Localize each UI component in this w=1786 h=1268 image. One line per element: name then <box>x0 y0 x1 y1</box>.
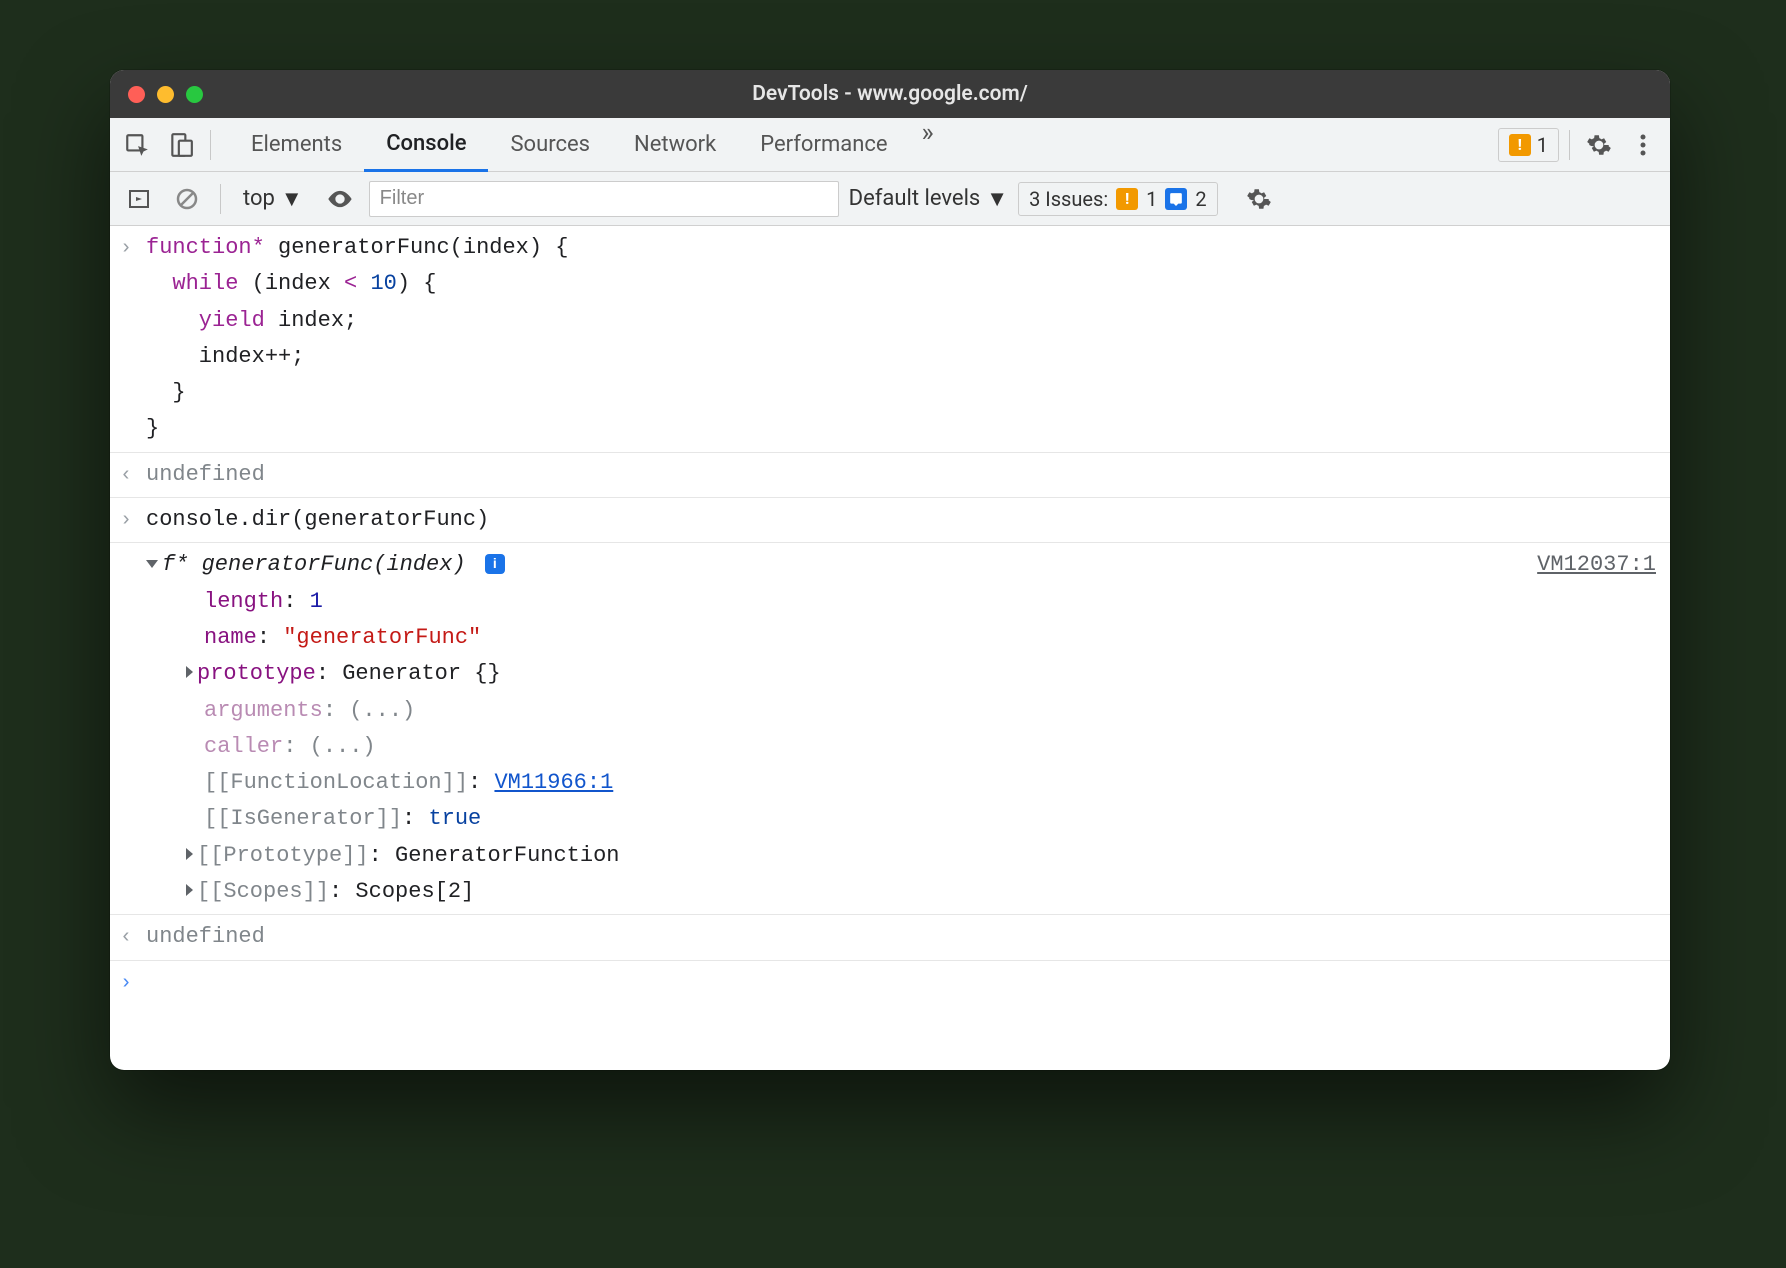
window-controls <box>128 86 203 103</box>
tab-sources-label: Sources <box>510 132 590 157</box>
context-selector[interactable]: top ▼ <box>235 186 311 212</box>
property-row[interactable]: name: "generatorFunc" <box>146 620 1656 656</box>
settings-icon[interactable] <box>1580 126 1618 164</box>
object-tree: VM12037:1 f* generatorFunc(index) i leng… <box>146 547 1656 910</box>
warnings-badge[interactable]: ! 1 <box>1498 128 1559 162</box>
tab-network-label: Network <box>634 132 716 157</box>
warning-count: 1 <box>1537 133 1548 157</box>
tab-sources[interactable]: Sources <box>488 118 612 172</box>
window-title: DevTools - www.google.com/ <box>110 82 1670 106</box>
live-expression-icon[interactable] <box>321 180 359 218</box>
console-prompt[interactable]: › <box>110 960 1670 1004</box>
panel-tabs: Elements Console Sources Network Perform… <box>229 118 946 172</box>
minimize-window-button[interactable] <box>157 86 174 103</box>
tab-console[interactable]: Console <box>364 118 488 172</box>
console-return-row: ‹ undefined <box>110 914 1670 959</box>
chevron-down-icon: ▼ <box>281 186 303 212</box>
inspect-element-icon[interactable] <box>118 126 156 164</box>
input-chevron-icon: › <box>120 502 146 538</box>
console-input-row[interactable]: › console.dir(generatorFunc) <box>110 497 1670 542</box>
property-row[interactable]: [[Prototype]]: GeneratorFunction <box>146 838 1656 874</box>
titlebar: DevTools - www.google.com/ <box>110 70 1670 118</box>
input-chevron-icon: › <box>120 230 146 448</box>
device-toolbar-icon[interactable] <box>162 126 200 164</box>
tab-elements[interactable]: Elements <box>229 118 364 172</box>
issues-info-count: 2 <box>1195 187 1206 211</box>
property-row[interactable]: caller: (...) <box>146 729 1656 765</box>
gutter <box>120 547 146 910</box>
triangle-down-icon <box>146 560 158 568</box>
devtools-window: DevTools - www.google.com/ Elements Cons… <box>110 70 1670 1070</box>
issues-label: 3 Issues: <box>1029 187 1108 211</box>
property-row[interactable]: [[FunctionLocation]]: VM11966:1 <box>146 765 1656 801</box>
warning-icon: ! <box>1116 188 1138 210</box>
issues-button[interactable]: 3 Issues: ! 1 2 <box>1018 182 1218 216</box>
separator <box>210 130 211 160</box>
return-value: undefined <box>146 457 1656 493</box>
separator <box>1569 130 1570 160</box>
console-dir-output[interactable]: VM12037:1 f* generatorFunc(index) i leng… <box>110 542 1670 914</box>
input-chevron-icon: › <box>120 965 146 1000</box>
info-icon[interactable]: i <box>485 554 505 574</box>
return-value: undefined <box>146 919 1656 955</box>
property-row[interactable]: length: 1 <box>146 584 1656 620</box>
property-row[interactable]: prototype: Generator {} <box>146 656 1656 692</box>
tab-performance-label: Performance <box>760 132 887 157</box>
zoom-window-button[interactable] <box>186 86 203 103</box>
triangle-right-icon <box>186 848 193 860</box>
console-output: › function* generatorFunc(index) { while… <box>110 226 1670 1004</box>
chevron-down-icon: ▼ <box>986 186 1008 212</box>
clear-console-icon[interactable] <box>168 180 206 218</box>
log-level-selector[interactable]: Default levels ▼ <box>849 186 1008 212</box>
issues-warn-count: 1 <box>1146 187 1157 211</box>
main-toolbar: Elements Console Sources Network Perform… <box>110 118 1670 172</box>
code-block: function* generatorFunc(index) { while (… <box>146 230 1656 448</box>
triangle-right-icon <box>186 666 193 678</box>
tab-elements-label: Elements <box>251 132 342 157</box>
more-tabs-button[interactable]: » <box>910 118 946 172</box>
vm-link[interactable]: VM11966:1 <box>494 770 613 795</box>
console-input-row[interactable]: › function* generatorFunc(index) { while… <box>110 226 1670 452</box>
tab-console-label: Console <box>386 131 466 156</box>
code-line: console.dir(generatorFunc) <box>146 502 1656 538</box>
tab-performance[interactable]: Performance <box>738 118 909 172</box>
log-level-label: Default levels <box>849 186 981 211</box>
toggle-sidebar-icon[interactable] <box>120 180 158 218</box>
property-row[interactable]: [[IsGenerator]]: true <box>146 801 1656 837</box>
warning-icon: ! <box>1509 134 1531 156</box>
triangle-right-icon <box>186 884 193 896</box>
kebab-menu-icon[interactable] <box>1624 126 1662 164</box>
property-row[interactable]: arguments: (...) <box>146 693 1656 729</box>
info-icon <box>1165 188 1187 210</box>
property-row[interactable]: [[Scopes]]: Scopes[2] <box>146 874 1656 910</box>
close-window-button[interactable] <box>128 86 145 103</box>
separator <box>220 184 221 214</box>
tab-network[interactable]: Network <box>612 118 738 172</box>
prompt-input[interactable] <box>146 965 1656 1000</box>
context-label: top <box>243 186 275 211</box>
return-chevron-icon: ‹ <box>120 919 146 955</box>
console-toolbar: top ▼ Default levels ▼ 3 Issues: ! 1 2 <box>110 172 1670 226</box>
object-header[interactable]: f* generatorFunc(index) i <box>146 547 1656 583</box>
console-return-row: ‹ undefined <box>110 452 1670 497</box>
source-link[interactable]: VM12037:1 <box>1537 547 1656 583</box>
console-settings-icon[interactable] <box>1240 180 1278 218</box>
filter-input[interactable] <box>369 181 839 217</box>
return-chevron-icon: ‹ <box>120 457 146 493</box>
